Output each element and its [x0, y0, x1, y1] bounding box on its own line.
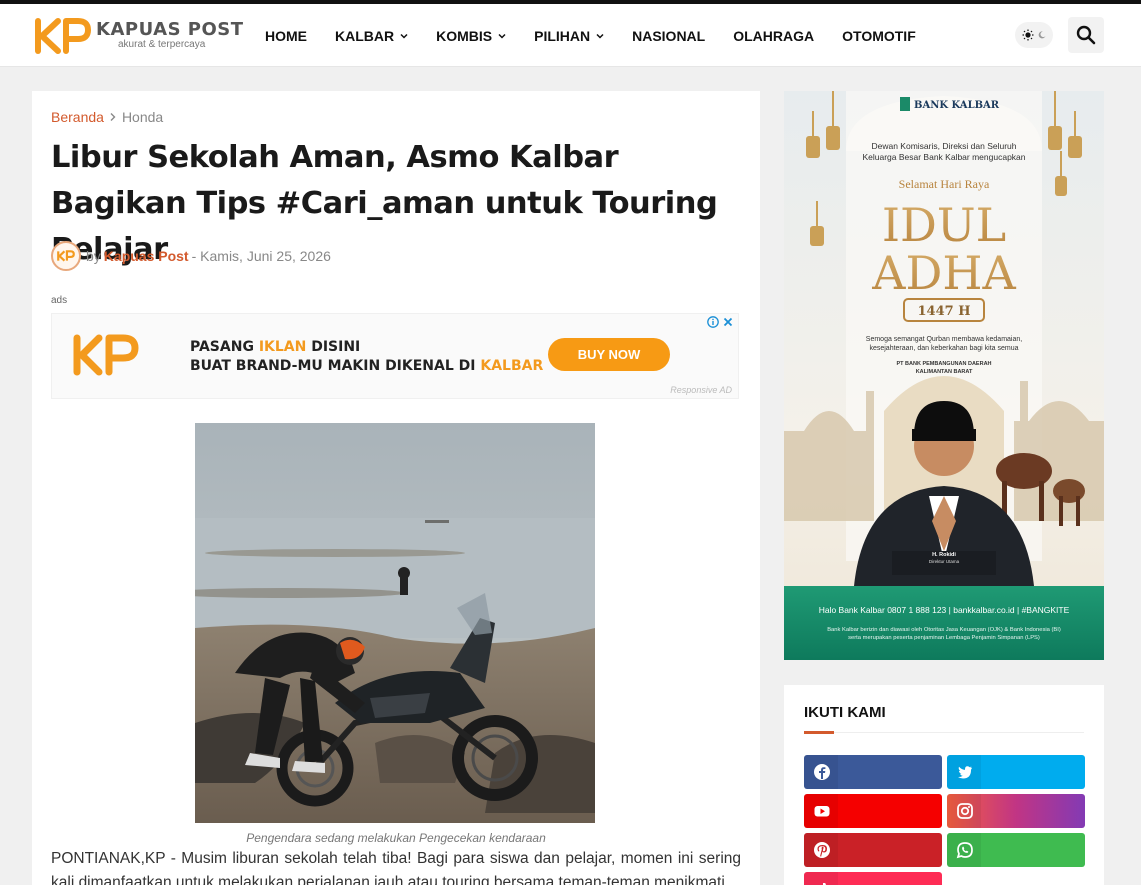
svg-text:kesejahteraan, dan keberkahan: kesejahteraan, dan keberkahan bagi kita …	[869, 345, 1018, 352]
bank-contact: Halo Bank Kalbar 0807 1 888 123 | bankka…	[819, 605, 1070, 615]
twitter-icon	[958, 766, 972, 779]
ad-info-icon[interactable]	[707, 316, 719, 328]
nav-item-pilihan[interactable]: PILIHAN	[534, 28, 604, 44]
youtube-icon	[814, 806, 830, 817]
follow-tiktok-button[interactable]	[804, 872, 942, 885]
person-role: Direktur Utama	[929, 559, 960, 564]
ad-line1-prefix: PASANG	[190, 339, 259, 355]
svg-text:Dewan Komisaris, Direksi dan S: Dewan Komisaris, Direksi dan Seluruh	[871, 141, 1016, 151]
responsive-ad-label: Responsive AD	[670, 385, 732, 395]
ad-line2-prefix: BUAT BRAND-MU MAKIN DIKENAL DI	[190, 358, 481, 374]
svg-text:KALIMANTAN BARAT: KALIMANTAN BARAT	[916, 369, 973, 375]
close-icon[interactable]	[722, 316, 734, 328]
follow-us-widget: IKUTI KAMI	[784, 685, 1104, 885]
follow-twitter-button[interactable]	[947, 755, 1085, 789]
main-nav: HOME KALBAR KOMBIS PILIHAN NASIONAL OLAHRAGA O…	[265, 4, 944, 67]
buy-now-button[interactable]: BUY NOW	[548, 338, 670, 371]
ads-label: ads	[51, 295, 68, 306]
svg-text:serta merupakan peserta penjam: serta merupakan peserta penjaminan Lemba…	[848, 635, 1040, 641]
site-logo[interactable]: KAPUAS POST akurat & terpercaya	[34, 16, 244, 56]
year-text: 1447 H	[918, 304, 971, 319]
kp-logo-icon	[35, 18, 91, 54]
follow-whatsapp-button[interactable]	[947, 833, 1085, 867]
theme-toggle-button[interactable]	[1015, 22, 1053, 48]
author-link[interactable]: Kapuas Post	[104, 248, 189, 264]
facebook-icon	[814, 764, 830, 780]
ad-line1-suffix: DISINI	[306, 339, 361, 355]
author-avatar[interactable]	[51, 241, 81, 271]
ad-line2-highlight: KALBAR	[480, 358, 544, 374]
ad-text: PASANG IKLAN DISINI BUAT BRAND-MU MAKIN …	[190, 338, 543, 376]
selamat-text: Selamat Hari Raya	[899, 177, 990, 191]
moon-icon	[1038, 31, 1046, 39]
svg-text:Bank Kalbar berizin dan diawas: Bank Kalbar berizin dan diawasi oleh Oto…	[827, 627, 1061, 633]
chevron-down-icon	[498, 33, 506, 39]
sun-icon	[1022, 29, 1034, 41]
nav-item-label: KALBAR	[335, 27, 395, 44]
nav-item-kalbar[interactable]: KALBAR	[335, 28, 408, 44]
follow-instagram-button[interactable]	[947, 794, 1085, 828]
search-icon	[1076, 25, 1096, 45]
divider	[804, 732, 1084, 733]
follow-facebook-button[interactable]	[804, 755, 942, 789]
article-meta: by Kapuas Post - Kamis, Juni 25, 2026	[51, 241, 331, 271]
idul-text: IDUL	[882, 198, 1006, 252]
instagram-icon	[957, 803, 973, 819]
whatsapp-icon	[956, 842, 973, 859]
chevron-right-icon	[110, 113, 116, 121]
idul-adha-banner: BANK KALBAR Dewan Komisaris, Direksi dan…	[784, 91, 1104, 660]
nav-item-label: NASIONAL	[632, 27, 706, 44]
byline-prefix: by	[86, 248, 101, 264]
article-image[interactable]	[195, 423, 595, 823]
ad-line1-highlight: IKLAN	[258, 339, 307, 355]
site-name: KAPUAS POST	[96, 19, 244, 40]
nav-item-kombis[interactable]: KOMBIS	[436, 28, 506, 44]
breadcrumb: Beranda Honda	[51, 109, 163, 125]
title-accent	[804, 731, 834, 734]
sidebar-ad-bank-kalbar[interactable]: BANK KALBAR Dewan Komisaris, Direksi dan…	[784, 91, 1104, 660]
kp-logo-icon	[73, 334, 139, 376]
article-paragraph: PONTIANAK,KP - Musim liburan sekolah tel…	[51, 850, 741, 885]
search-button[interactable]	[1068, 17, 1104, 53]
article-container: Beranda Honda Libur Sekolah Aman, Asmo K…	[32, 91, 760, 885]
publish-date: - Kamis, Juni 25, 2026	[191, 248, 331, 264]
follow-title: IKUTI KAMI	[804, 704, 886, 721]
svg-text:PT BANK PEMBANGUNAN DAERAH: PT BANK PEMBANGUNAN DAERAH	[896, 361, 991, 367]
nav-item-label: PILIHAN	[534, 27, 591, 44]
nav-item-olahraga[interactable]: OLAHRAGA	[733, 28, 814, 44]
site-header: KAPUAS POST akurat & terpercaya HOME KALB…	[0, 4, 1141, 67]
nav-item-otomotif[interactable]: OTOMOTIF	[842, 28, 916, 44]
motorcycle-photo-illustration	[195, 423, 595, 823]
follow-pinterest-button[interactable]	[804, 833, 942, 867]
site-tagline: akurat & terpercaya	[118, 39, 206, 50]
ad-banner[interactable]: PASANG IKLAN DISINI BUAT BRAND-MU MAKIN …	[51, 313, 739, 399]
tiktok-icon	[823, 883, 827, 885]
kp-logo-icon	[57, 250, 75, 262]
ad-controls	[707, 316, 734, 328]
nav-item-label: OTOMOTIF	[842, 27, 916, 44]
svg-text:Semoga semangat Qurban membawa: Semoga semangat Qurban membawa kedamaian…	[866, 336, 1022, 343]
nav-item-label: HOME	[265, 27, 307, 44]
breadcrumb-home-link[interactable]: Beranda	[51, 109, 104, 125]
svg-text:Keluarga Besar Bank Kalbar men: Keluarga Besar Bank Kalbar mengucapkan	[862, 152, 1025, 162]
nav-item-nasional[interactable]: NASIONAL	[632, 28, 705, 44]
image-caption: Pengendara sedang melakukan Pengecekan k…	[246, 831, 546, 845]
pinterest-icon	[814, 842, 830, 858]
follow-youtube-button[interactable]	[804, 794, 942, 828]
breadcrumb-current-link[interactable]: Honda	[122, 109, 163, 125]
chevron-down-icon	[400, 33, 408, 39]
chevron-down-icon	[596, 33, 604, 39]
nav-item-home[interactable]: HOME	[265, 28, 307, 44]
person-name: H. Rokidi	[932, 552, 956, 558]
bank-logo-text: BANK KALBAR	[914, 100, 1000, 111]
nav-item-label: KOMBIS	[436, 27, 493, 44]
adha-text: ADHA	[871, 246, 1016, 300]
nav-item-label: OLAHRAGA	[733, 27, 815, 44]
